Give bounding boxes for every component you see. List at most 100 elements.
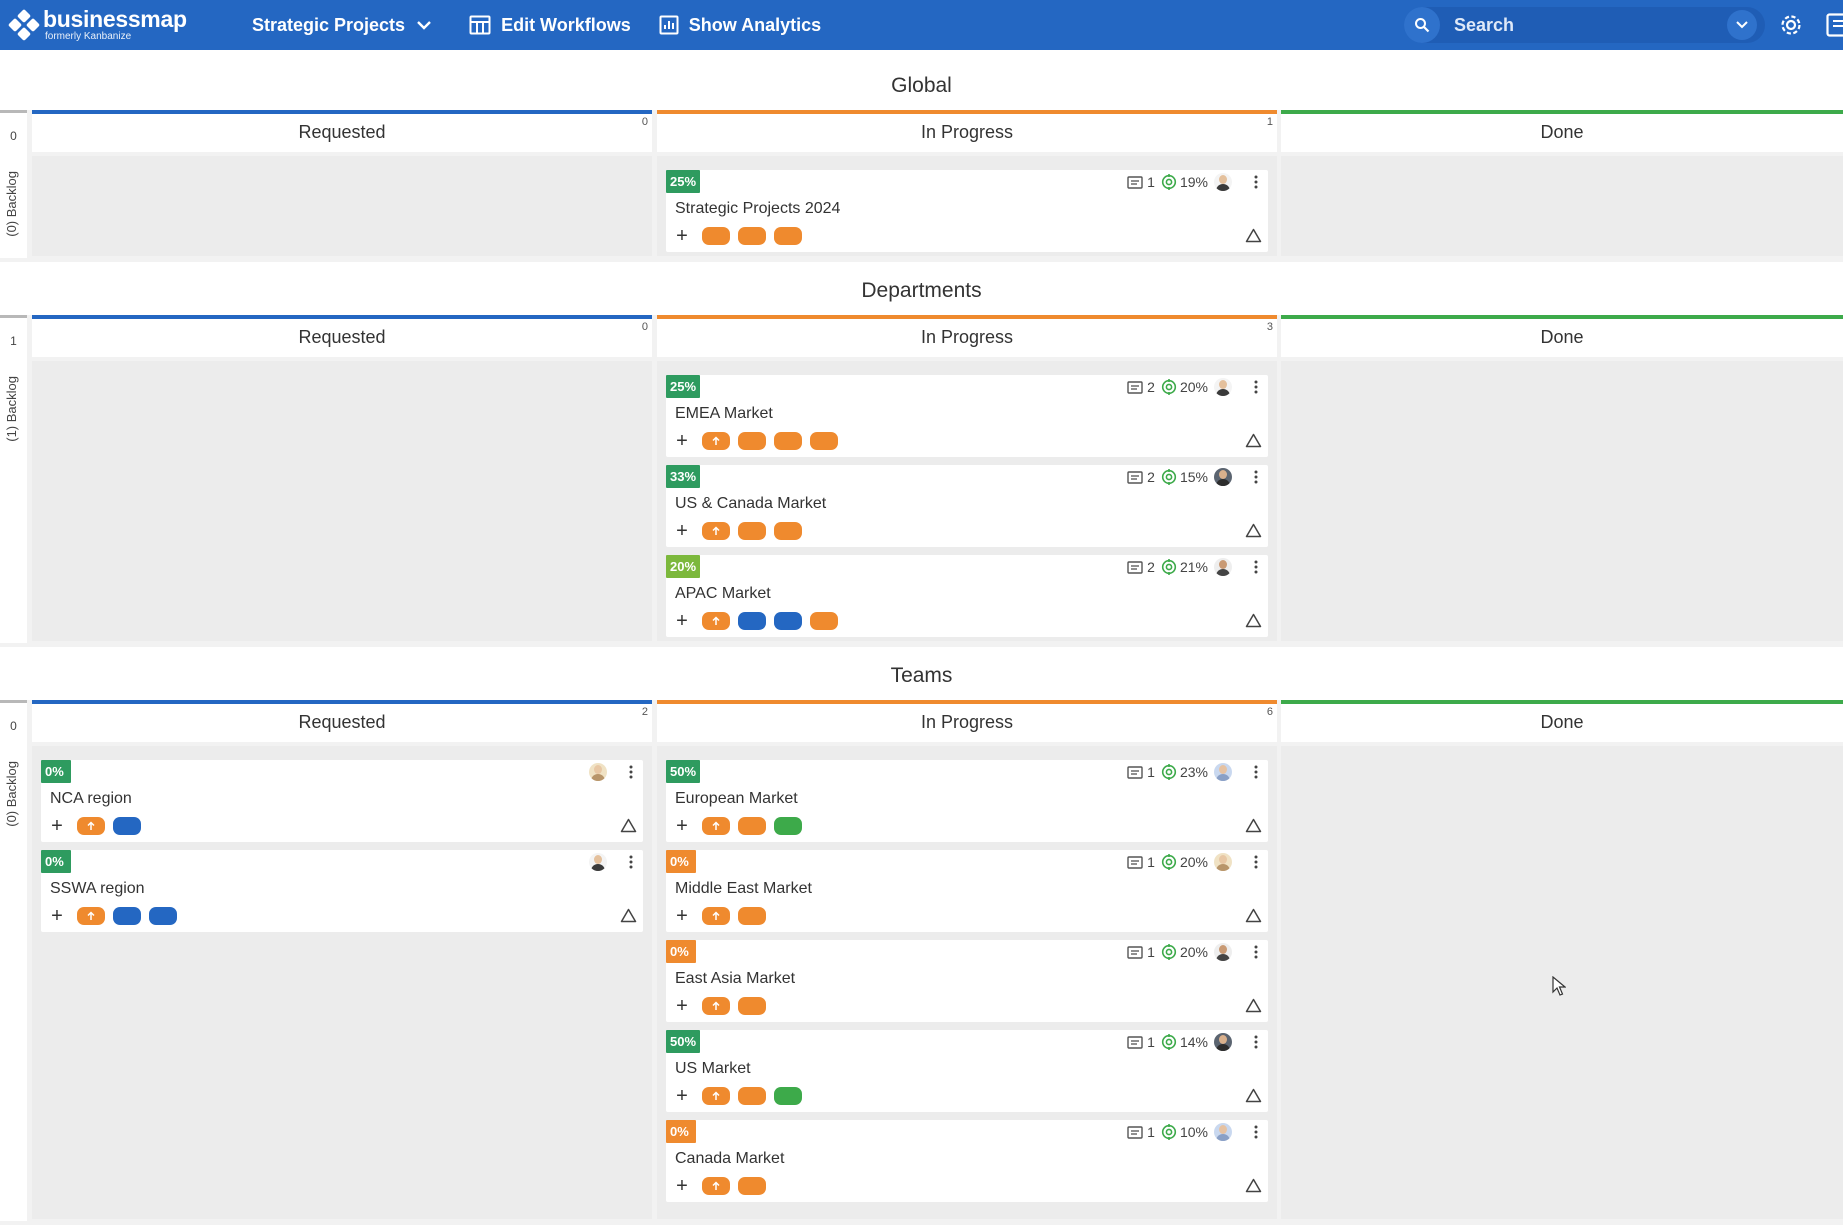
column-body[interactable] [32, 156, 652, 256]
assignee-avatar[interactable] [1214, 1033, 1232, 1051]
add-button[interactable]: + [672, 611, 692, 631]
warning-triangle-icon[interactable] [1245, 1088, 1262, 1103]
card-menu-button[interactable] [1247, 377, 1265, 397]
add-button[interactable]: + [47, 816, 67, 836]
priority-tag[interactable] [702, 432, 730, 450]
task-card[interactable]: 0% 1 20% Middle East Market + [666, 850, 1268, 932]
assignee-avatar[interactable] [1214, 853, 1232, 871]
target-indicator[interactable]: 20% [1161, 854, 1208, 870]
card-menu-button[interactable] [622, 852, 640, 872]
add-button[interactable]: + [672, 1176, 692, 1196]
card-tag[interactable] [738, 227, 766, 245]
warning-triangle-icon[interactable] [620, 818, 637, 833]
target-indicator[interactable]: 10% [1161, 1124, 1208, 1140]
card-menu-button[interactable] [1247, 852, 1265, 872]
target-indicator[interactable]: 20% [1161, 944, 1208, 960]
search-options-button[interactable] [1727, 10, 1757, 40]
comments-indicator[interactable]: 1 [1127, 174, 1155, 190]
warning-triangle-icon[interactable] [1245, 523, 1262, 538]
priority-tag[interactable] [702, 522, 730, 540]
comments-indicator[interactable]: 1 [1127, 944, 1155, 960]
column-header-requested[interactable]: Requested 0 [32, 315, 652, 357]
target-indicator[interactable]: 21% [1161, 559, 1208, 575]
card-title[interactable]: European Market [675, 790, 798, 808]
comments-indicator[interactable]: 1 [1127, 854, 1155, 870]
column-header-done[interactable]: Done [1281, 315, 1843, 357]
card-tag[interactable] [702, 227, 730, 245]
warning-triangle-icon[interactable] [1245, 908, 1262, 923]
warning-triangle-icon[interactable] [1245, 998, 1262, 1013]
card-menu-button[interactable] [1247, 467, 1265, 487]
card-menu-button[interactable] [1247, 1032, 1265, 1052]
task-card[interactable]: 25% 1 19% Strategic Projects 2024 + [666, 170, 1268, 252]
card-tag[interactable] [774, 817, 802, 835]
warning-triangle-icon[interactable] [1245, 228, 1262, 243]
task-card[interactable]: 20% 2 21% APAC Market + [666, 555, 1268, 637]
card-menu-button[interactable] [1247, 557, 1265, 577]
card-title[interactable]: Canada Market [675, 1150, 784, 1168]
card-tag[interactable] [774, 1087, 802, 1105]
search-icon[interactable] [1404, 7, 1440, 43]
settings-gear-icon[interactable] [1778, 12, 1804, 38]
column-header-in-progress[interactable]: In Progress 3 [657, 315, 1277, 357]
task-card[interactable]: 33% 2 15% US & Canada Market + [666, 465, 1268, 547]
warning-triangle-icon[interactable] [620, 908, 637, 923]
card-title[interactable]: US & Canada Market [675, 495, 826, 513]
card-tag[interactable] [774, 522, 802, 540]
task-card[interactable]: 0% NCA region + [41, 760, 643, 842]
warning-triangle-icon[interactable] [1245, 1178, 1262, 1193]
card-menu-button[interactable] [1247, 1122, 1265, 1142]
assignee-avatar[interactable] [1214, 378, 1232, 396]
add-button[interactable]: + [672, 816, 692, 836]
card-title[interactable]: Middle East Market [675, 880, 812, 898]
column-header-done[interactable]: Done [1281, 700, 1843, 742]
card-title[interactable]: East Asia Market [675, 970, 795, 988]
card-tag[interactable] [774, 227, 802, 245]
add-button[interactable]: + [47, 906, 67, 926]
card-tag[interactable] [738, 522, 766, 540]
column-header-in-progress[interactable]: In Progress 1 [657, 110, 1277, 152]
comments-indicator[interactable]: 2 [1127, 469, 1155, 485]
column-body[interactable] [32, 361, 652, 641]
comments-indicator[interactable]: 2 [1127, 379, 1155, 395]
task-card[interactable]: 50% 1 23% European Market + [666, 760, 1268, 842]
comments-indicator[interactable]: 1 [1127, 764, 1155, 780]
card-tag[interactable] [738, 612, 766, 630]
card-menu-button[interactable] [1247, 942, 1265, 962]
priority-tag[interactable] [702, 997, 730, 1015]
card-title[interactable]: EMEA Market [675, 405, 773, 423]
priority-tag[interactable] [702, 817, 730, 835]
warning-triangle-icon[interactable] [1245, 433, 1262, 448]
task-card[interactable]: 0% SSWA region + [41, 850, 643, 932]
priority-tag[interactable] [702, 612, 730, 630]
task-card[interactable]: 0% 1 20% East Asia Market + [666, 940, 1268, 1022]
assignee-avatar[interactable] [1214, 1123, 1232, 1141]
show-analytics-button[interactable]: Show Analytics [645, 0, 835, 50]
priority-tag[interactable] [77, 907, 105, 925]
column-header-done[interactable]: Done [1281, 110, 1843, 152]
card-title[interactable]: SSWA region [50, 880, 145, 898]
card-tag[interactable] [738, 1087, 766, 1105]
search-input[interactable] [1454, 14, 1727, 36]
target-indicator[interactable]: 15% [1161, 469, 1208, 485]
comments-indicator[interactable]: 1 [1127, 1034, 1155, 1050]
assignee-avatar[interactable] [589, 853, 607, 871]
card-tag[interactable] [738, 817, 766, 835]
card-tag[interactable] [738, 1177, 766, 1195]
edit-workflows-button[interactable]: Edit Workflows [455, 0, 645, 50]
priority-tag[interactable] [702, 1087, 730, 1105]
card-tag[interactable] [113, 907, 141, 925]
card-title[interactable]: NCA region [50, 790, 132, 808]
card-tag[interactable] [810, 612, 838, 630]
warning-triangle-icon[interactable] [1245, 613, 1262, 628]
card-tag[interactable] [149, 907, 177, 925]
column-header-in-progress[interactable]: In Progress 6 [657, 700, 1277, 742]
card-menu-button[interactable] [1247, 762, 1265, 782]
side-panel-icon[interactable] [1826, 13, 1843, 37]
card-tag[interactable] [738, 432, 766, 450]
backlog-sidebar[interactable]: 0 (0) Backlog [0, 110, 27, 258]
task-card[interactable]: 0% 1 10% Canada Market + [666, 1120, 1268, 1202]
backlog-sidebar[interactable]: 0 (0) Backlog [0, 700, 27, 1221]
card-title[interactable]: Strategic Projects 2024 [675, 200, 840, 218]
card-tag[interactable] [113, 817, 141, 835]
